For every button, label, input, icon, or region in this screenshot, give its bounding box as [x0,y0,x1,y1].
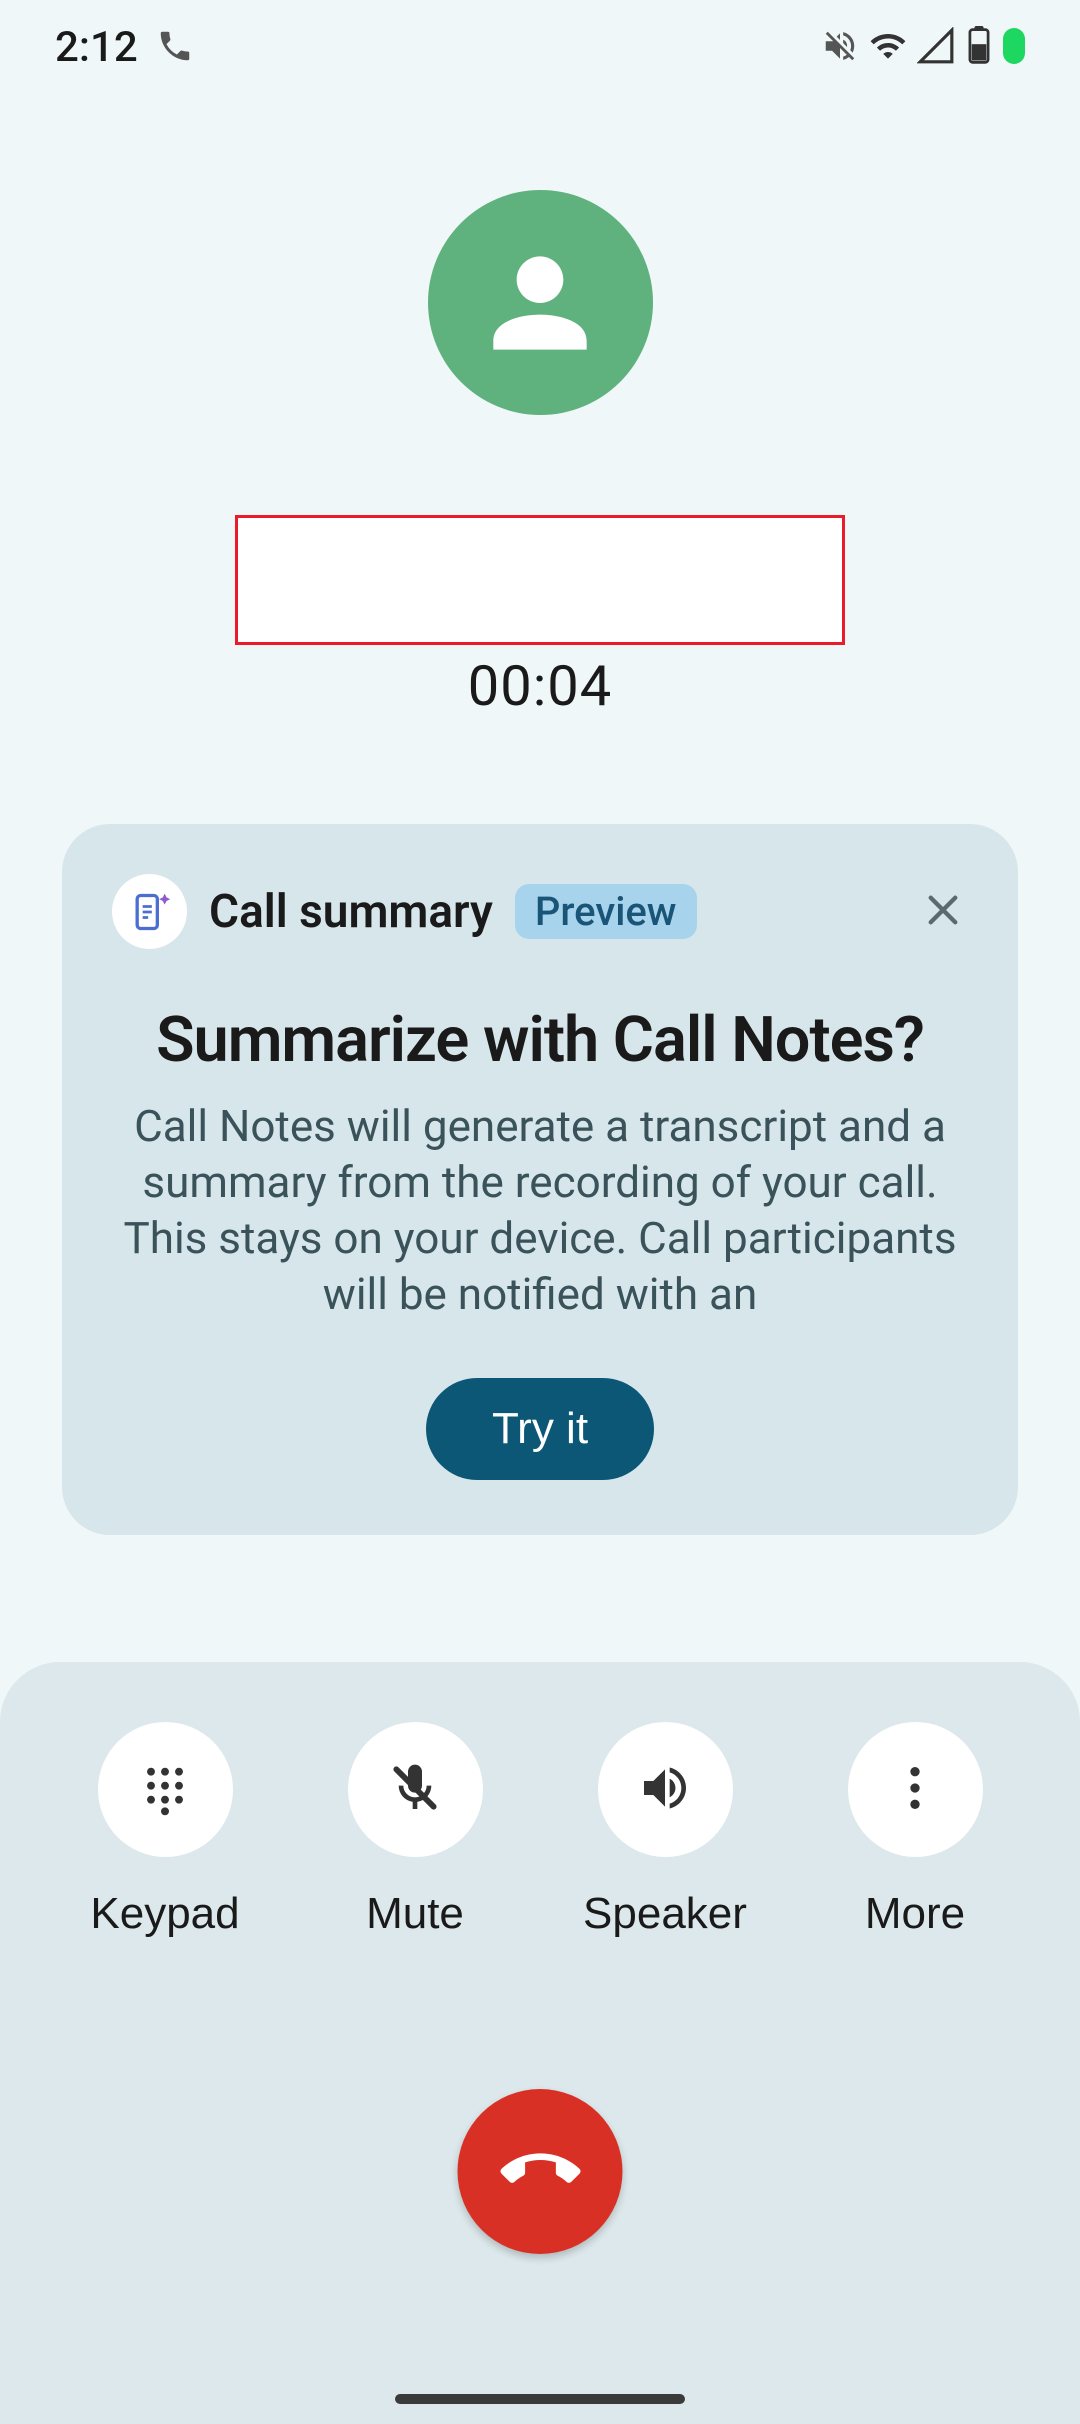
mute-volume-icon [821,27,859,69]
card-heading: Summarize with Call Notes? [112,1004,968,1077]
phone-icon [156,27,194,69]
mute-button[interactable]: Mute [305,1722,525,1939]
battery-dot-icon [1003,26,1025,70]
status-left: 2:12 [55,23,194,72]
call-duration: 00:04 [0,653,1080,719]
wifi-icon [869,27,907,69]
speaker-button[interactable]: Speaker [555,1722,775,1939]
mute-icon [387,1760,443,1819]
try-it-button[interactable]: Try it [426,1378,654,1480]
clock: 2:12 [55,23,138,72]
call-summary-card: Call summary Preview Summarize with Call… [62,824,1018,1535]
preview-badge: Preview [515,884,697,939]
controls-panel: Keypad Mute Speaker [0,1662,1080,2424]
speaker-label: Speaker [583,1889,747,1939]
keypad-icon [137,1760,193,1819]
notes-icon [112,874,187,949]
hangup-icon [500,2130,580,2213]
end-call-button[interactable] [458,2089,623,2254]
card-header: Call summary Preview [112,874,968,949]
card-body: Call Notes will generate a transcript an… [112,1099,968,1323]
close-button[interactable] [918,887,968,937]
mute-label: Mute [366,1889,464,1939]
battery-icon [965,26,993,70]
avatar [428,190,653,415]
close-icon [922,889,964,934]
speaker-icon [637,1760,693,1819]
keypad-button[interactable]: Keypad [55,1722,275,1939]
keypad-label: Keypad [90,1889,239,1939]
avatar-section [0,190,1080,415]
nav-handle[interactable] [395,2394,685,2404]
signal-icon [917,27,955,69]
contact-name [235,515,845,645]
more-label: More [865,1889,965,1939]
card-title: Call summary [209,885,493,939]
status-bar: 2:12 [0,0,1080,95]
more-icon [887,1760,943,1819]
status-right [821,26,1025,70]
more-button[interactable]: More [805,1722,1025,1939]
controls-row: Keypad Mute Speaker [40,1722,1040,1939]
